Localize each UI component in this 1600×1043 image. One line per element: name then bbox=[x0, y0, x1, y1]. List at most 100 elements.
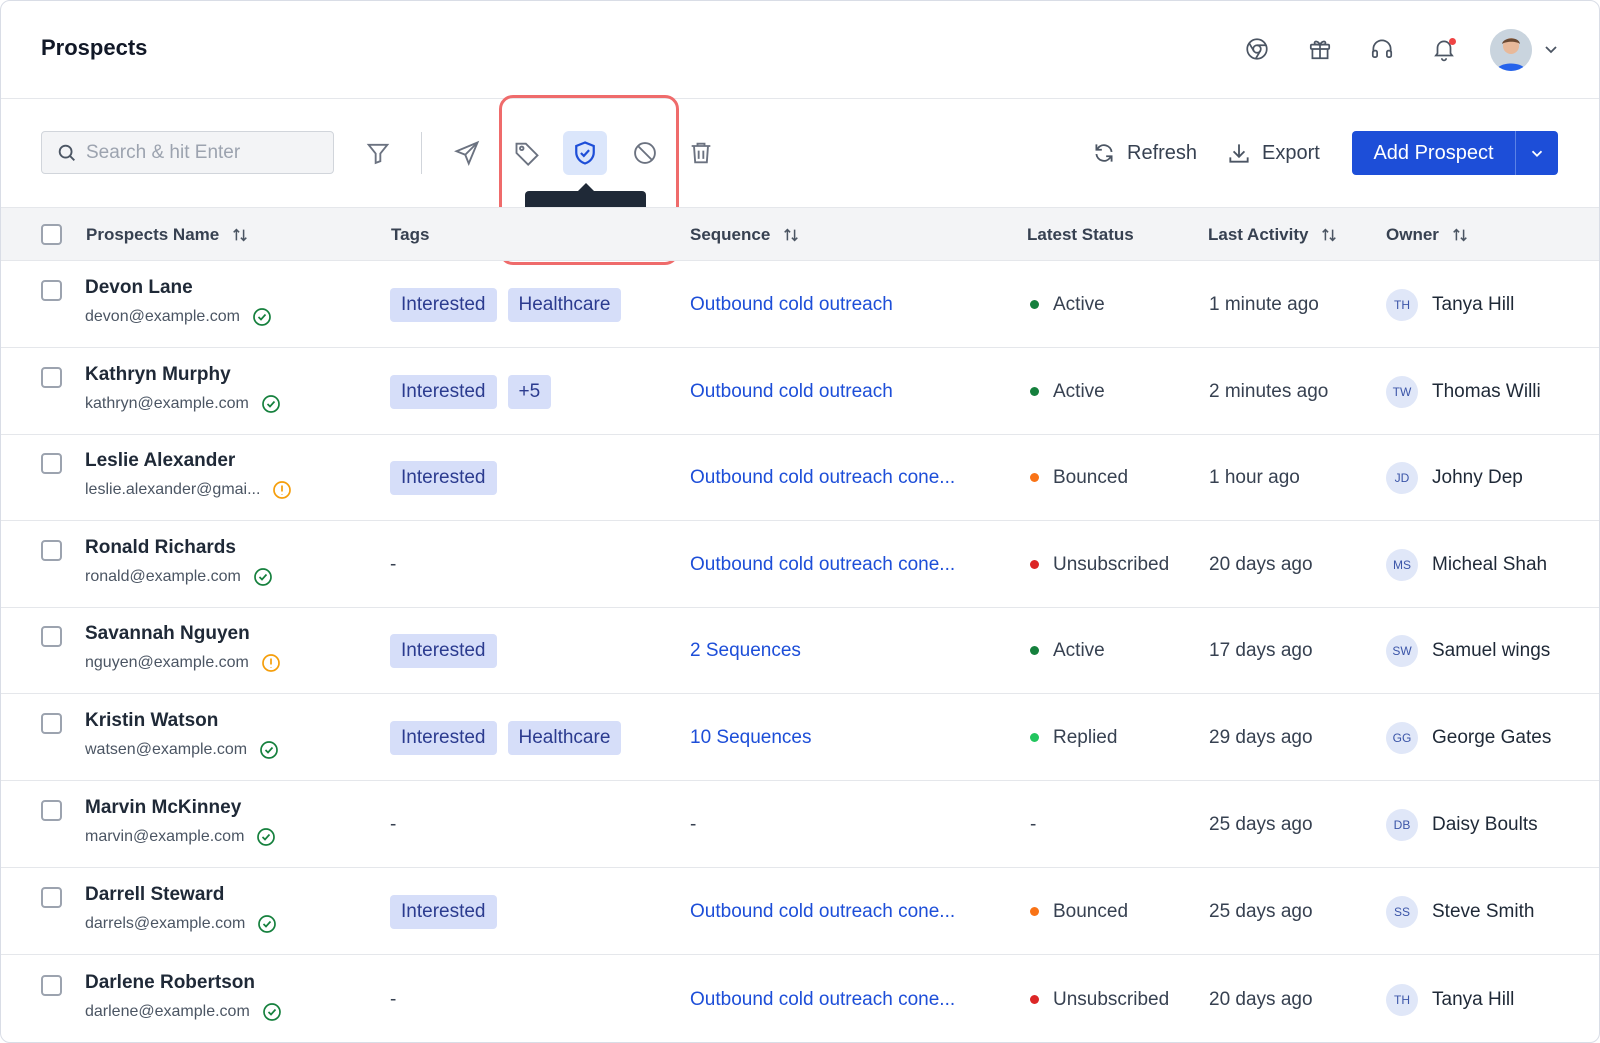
status-indicator: Unsubscribed bbox=[1030, 554, 1169, 576]
select-all-checkbox[interactable] bbox=[41, 224, 62, 245]
sequence-link[interactable]: Outbound cold outreach bbox=[690, 294, 893, 316]
status-dot bbox=[1030, 995, 1039, 1004]
tag-badge[interactable]: +5 bbox=[507, 374, 552, 409]
table-row[interactable]: Ronald Richards ronald@example.com - Outbou… bbox=[1, 521, 1599, 608]
send-button[interactable] bbox=[445, 131, 489, 175]
email-line: kathryn@example.com bbox=[85, 394, 281, 414]
filter-button[interactable] bbox=[356, 131, 400, 175]
tag-badge[interactable]: Healthcare bbox=[507, 287, 622, 322]
owner-initials: DB bbox=[1386, 808, 1418, 841]
refresh-button[interactable]: Refresh bbox=[1091, 131, 1197, 175]
owner-cell: MS Micheal Shah bbox=[1386, 548, 1548, 581]
table-row[interactable]: Kathryn Murphy kathryn@example.com Interes… bbox=[1, 348, 1599, 435]
email-line: marvin@example.com bbox=[85, 827, 276, 847]
user-avatar[interactable] bbox=[1490, 29, 1532, 71]
status-indicator: Active bbox=[1030, 294, 1105, 316]
verified-check-icon bbox=[262, 1002, 282, 1022]
owner-cell: SS Steve Smith bbox=[1386, 895, 1534, 928]
status-cell: - bbox=[1030, 812, 1036, 838]
table-row[interactable]: Marvin McKinney marvin@example.com - - - 25 d… bbox=[1, 781, 1599, 868]
owner-cell: TW Thomas Willi bbox=[1386, 375, 1541, 408]
row-checkbox[interactable] bbox=[41, 713, 62, 734]
delete-button[interactable] bbox=[679, 131, 723, 175]
gift-icon[interactable] bbox=[1304, 33, 1336, 65]
empty-tags: - bbox=[390, 813, 397, 835]
prospect-name[interactable]: Darlene Robertson bbox=[85, 972, 255, 994]
tag-badge[interactable]: Interested bbox=[390, 720, 497, 755]
tag-badge[interactable]: Interested bbox=[390, 894, 497, 929]
sequence-link[interactable]: Outbound cold outreach cone... bbox=[690, 554, 955, 576]
sequence-link[interactable]: Outbound cold outreach bbox=[690, 381, 893, 403]
owner-initials: SW bbox=[1386, 634, 1418, 667]
prospect-name[interactable]: Devon Lane bbox=[85, 277, 193, 299]
prospect-cell: Kristin Watson watsen@example.com bbox=[85, 710, 279, 760]
prospect-cell: Kathryn Murphy kathryn@example.com bbox=[85, 364, 281, 414]
verified-check-icon bbox=[257, 914, 277, 934]
owner-initials: SS bbox=[1386, 895, 1418, 928]
sequence-link[interactable]: Outbound cold outreach cone... bbox=[690, 989, 955, 1011]
table-row[interactable]: Darrell Steward darrels@example.com Intere… bbox=[1, 868, 1599, 955]
owner: DB Daisy Boults bbox=[1386, 808, 1538, 841]
table-row[interactable]: Devon Lane devon@example.com Interested Hea… bbox=[1, 261, 1599, 348]
sequence-link[interactable]: 10 Sequences bbox=[690, 727, 812, 749]
sequence-link[interactable]: 2 Sequences bbox=[690, 640, 801, 662]
row-checkbox[interactable] bbox=[41, 975, 62, 996]
tag-badge[interactable]: Interested bbox=[390, 460, 497, 495]
prospect-name[interactable]: Darrell Steward bbox=[85, 884, 224, 906]
toolbar-divider bbox=[421, 132, 422, 174]
tag-badge[interactable]: Interested bbox=[390, 374, 497, 409]
prospect-name[interactable]: Ronald Richards bbox=[85, 537, 236, 559]
tags-cell: - bbox=[390, 808, 396, 842]
prospect-name[interactable]: Kathryn Murphy bbox=[85, 364, 231, 386]
add-prospect-button[interactable]: Add Prospect bbox=[1352, 131, 1515, 175]
table-row[interactable]: Kristin Watson watsen@example.com Interest… bbox=[1, 694, 1599, 781]
sequence-cell: Outbound cold outreach cone... bbox=[690, 899, 955, 925]
email-line: leslie.alexander@gmai... bbox=[85, 480, 292, 500]
status-cell: Active bbox=[1030, 292, 1105, 318]
table-row[interactable]: Leslie Alexander leslie.alexander@gmai...… bbox=[1, 434, 1599, 521]
tag-badge[interactable]: Healthcare bbox=[507, 720, 622, 755]
headset-icon[interactable] bbox=[1366, 33, 1398, 65]
owner: MS Micheal Shah bbox=[1386, 548, 1548, 581]
prospect-name[interactable]: Savannah Nguyen bbox=[85, 623, 250, 645]
tags-cell: Interested bbox=[390, 460, 508, 495]
last-activity: 25 days ago bbox=[1209, 900, 1313, 922]
email-line: darlene@example.com bbox=[85, 1002, 282, 1022]
export-button[interactable]: Export bbox=[1226, 131, 1320, 175]
sort-icon[interactable] bbox=[1451, 226, 1469, 244]
empty-sequence: - bbox=[690, 813, 697, 835]
bell-icon[interactable] bbox=[1428, 33, 1460, 65]
row-checkbox[interactable] bbox=[41, 280, 62, 301]
prospect-name[interactable]: Marvin McKinney bbox=[85, 797, 241, 819]
chevron-down-icon[interactable] bbox=[1541, 39, 1561, 59]
row-checkbox[interactable] bbox=[41, 367, 62, 388]
add-prospect-dropdown[interactable] bbox=[1515, 131, 1558, 175]
prospect-name[interactable]: Leslie Alexander bbox=[85, 450, 235, 472]
search-box[interactable] bbox=[41, 131, 334, 174]
tag-badge[interactable]: Interested bbox=[390, 633, 497, 668]
table-row[interactable]: Savannah Nguyen nguyen@example.com Interes… bbox=[1, 607, 1599, 694]
tag-badge[interactable]: Interested bbox=[390, 287, 497, 322]
table-row[interactable]: Darlene Robertson darlene@example.com - Out… bbox=[1, 956, 1599, 1042]
email-line: devon@example.com bbox=[85, 307, 272, 327]
sort-icon[interactable] bbox=[231, 226, 249, 244]
sequence-link[interactable]: Outbound cold outreach cone... bbox=[690, 901, 955, 923]
activity-cell: 20 days ago bbox=[1209, 987, 1313, 1013]
row-checkbox[interactable] bbox=[41, 887, 62, 908]
owner-name: Micheal Shah bbox=[1432, 553, 1548, 575]
owner: TH Tanya Hill bbox=[1386, 288, 1514, 321]
search-input[interactable] bbox=[86, 141, 316, 164]
col-label: Tags bbox=[391, 225, 430, 244]
sort-icon[interactable] bbox=[1320, 226, 1338, 244]
chrome-icon[interactable] bbox=[1241, 33, 1273, 65]
col-sequence: Sequence bbox=[690, 208, 800, 262]
sequence-cell: 2 Sequences bbox=[690, 638, 801, 664]
row-checkbox[interactable] bbox=[41, 453, 62, 474]
prospect-name[interactable]: Kristin Watson bbox=[85, 710, 218, 732]
sequence-link[interactable]: Outbound cold outreach cone... bbox=[690, 467, 955, 489]
row-checkbox[interactable] bbox=[41, 800, 62, 821]
status-cell: Replied bbox=[1030, 725, 1117, 751]
row-checkbox[interactable] bbox=[41, 540, 62, 561]
sort-icon[interactable] bbox=[782, 226, 800, 244]
row-checkbox[interactable] bbox=[41, 626, 62, 647]
